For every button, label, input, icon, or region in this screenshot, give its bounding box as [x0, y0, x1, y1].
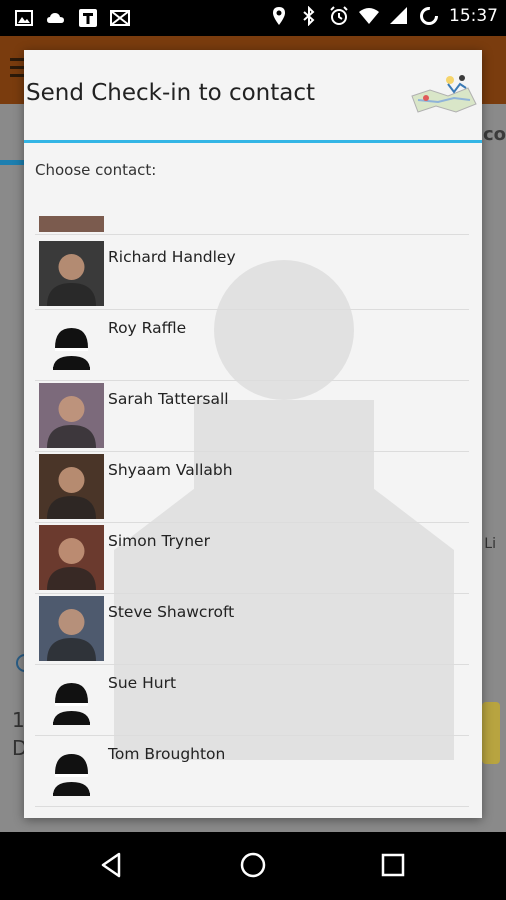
t-app-icon [78, 8, 98, 28]
contact-name: Tom Broughton [108, 745, 226, 763]
location-icon [269, 6, 289, 26]
contact-name: Richard Handley [108, 248, 236, 266]
contact-row[interactable]: Roy Raffle [35, 309, 469, 381]
status-time: 15:37 [449, 6, 498, 26]
contact-name: Roy Raffle [108, 319, 187, 337]
wifi-icon [359, 6, 379, 26]
header-divider [24, 140, 482, 143]
contact-row[interactable]: Tom Broughton [35, 735, 469, 807]
dialog-title: Send Check-in to contact [26, 80, 316, 106]
alarm-icon [329, 6, 349, 26]
sync-icon [419, 6, 439, 26]
contact-photo [39, 454, 104, 519]
default-avatar-icon [39, 667, 104, 732]
contact-name: Steve Shawcroft [108, 603, 235, 621]
contact-row[interactable]: Sue Hurt [35, 664, 469, 736]
contact-name: Sue Hurt [108, 674, 177, 692]
background-tab-indicator [0, 160, 24, 165]
contact-name: Sarah Tattersall [108, 390, 229, 408]
image-icon [14, 8, 34, 28]
contact-row[interactable]: Sarah Tattersall [35, 380, 469, 452]
default-avatar-icon [39, 738, 104, 803]
bluetooth-icon [299, 6, 319, 26]
contact-photo [39, 241, 104, 306]
signal-icon [389, 6, 409, 26]
contact-photo [39, 525, 104, 590]
contact-photo [39, 596, 104, 661]
contact-row[interactable]: Steve Shawcroft [35, 593, 469, 665]
background-tab-text: co [482, 124, 506, 145]
contact-list: Richard Handley Roy Raffle Sarah Tattersal… [35, 216, 469, 816]
contact-photo [39, 383, 104, 448]
cloud-icon [46, 8, 66, 28]
back-icon[interactable] [97, 850, 127, 880]
background-left-text-1: 1 [12, 708, 25, 732]
home-icon[interactable] [238, 850, 268, 880]
send-checkin-dialog: Send Check-in to contact Choose contact:… [24, 50, 482, 818]
crossed-flags-icon [110, 8, 130, 28]
map-illustration-icon [408, 70, 480, 116]
contact-row[interactable]: Simon Tryner [35, 522, 469, 594]
navigation-bar [0, 832, 506, 900]
default-avatar-icon [39, 312, 104, 377]
recents-icon[interactable] [378, 850, 408, 880]
choose-contact-label: Choose contact: [35, 161, 157, 179]
contact-name: Simon Tryner [108, 532, 210, 550]
contact-name: Shyaam Vallabh [108, 461, 233, 479]
contact-row[interactable]: Shyaam Vallabh [35, 451, 469, 523]
status-bar: 15:37 [0, 0, 506, 36]
contact-row[interactable]: Richard Handley [35, 238, 469, 310]
background-yellow-button [482, 702, 500, 764]
background-side-text: Li [484, 536, 496, 552]
